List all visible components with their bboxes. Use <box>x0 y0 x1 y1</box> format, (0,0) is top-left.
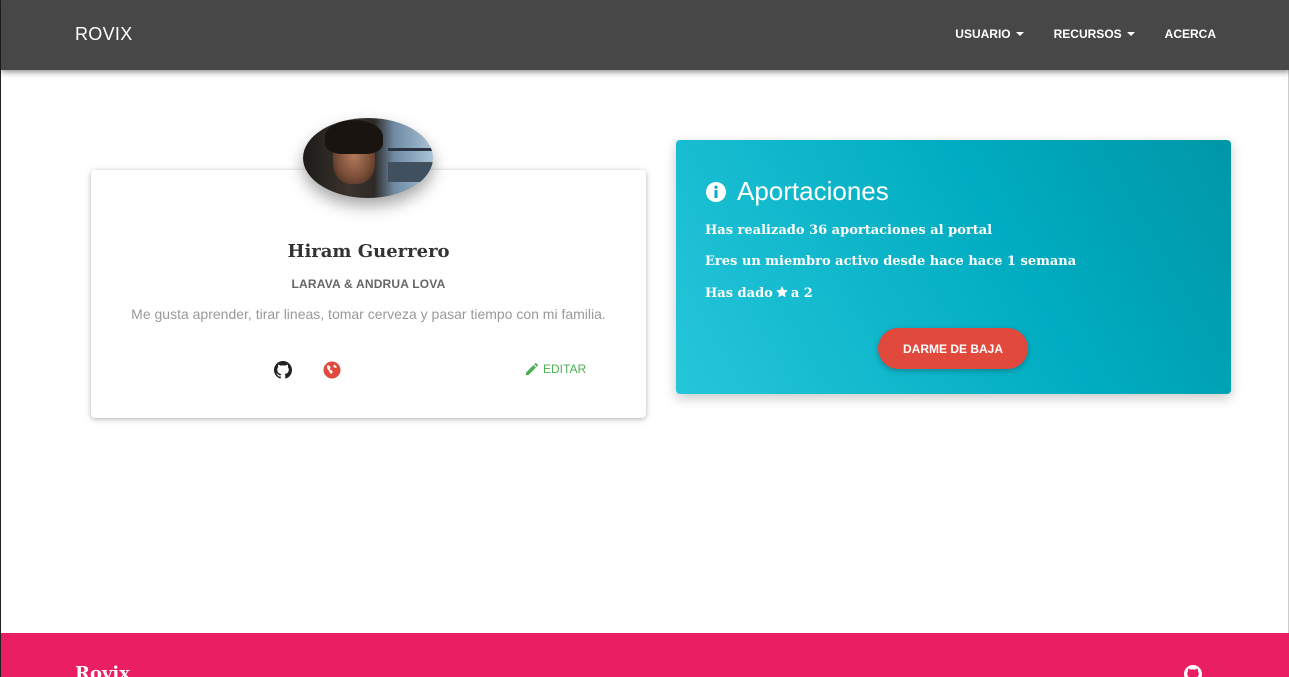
star-icon <box>775 286 788 298</box>
info-icon <box>706 181 726 202</box>
nav-item-usuario[interactable]: USUARIO <box>955 27 1024 41</box>
edit-label: EDITAR <box>543 362 587 376</box>
caret-down-icon <box>1126 32 1135 36</box>
github-icon[interactable] <box>274 361 292 379</box>
pencil-icon <box>526 363 538 375</box>
stars-given-suffix: a 2 <box>790 286 813 301</box>
footer-brand: Rovix <box>75 663 130 677</box>
footer: Rovix <box>1 633 1289 677</box>
unsubscribe-button[interactable]: DARME DE BAJA <box>878 328 1028 369</box>
profile-card: Hiram Guerrero LARAVA & ANDRUA LOVA Me g… <box>91 170 646 418</box>
nav-item-label: RECURSOS <box>1053 27 1122 41</box>
caret-down-icon <box>1015 32 1024 36</box>
globe-icon[interactable] <box>323 361 341 379</box>
edit-profile-link[interactable]: EDITAR <box>525 362 586 376</box>
nav-menu: USUARIO RECURSOS ACERCA <box>955 27 1216 41</box>
profile-bio: Me gusta aprender, tirar lineas, tomar c… <box>131 306 606 322</box>
top-navbar: ROVIX USUARIO RECURSOS ACERCA <box>1 0 1289 70</box>
nav-item-label: USUARIO <box>955 27 1011 41</box>
nav-item-label: ACERCA <box>1164 27 1216 41</box>
stars-given: Has dado a 2 <box>705 285 813 301</box>
avatar <box>303 118 433 198</box>
profile-name: Hiram Guerrero <box>287 241 450 262</box>
brand-logo[interactable]: ROVIX <box>75 24 133 45</box>
profile-role: LARAVA & ANDRUA LOVA <box>291 277 446 291</box>
nav-item-acerca[interactable]: ACERCA <box>1165 27 1216 41</box>
stars-given-prefix: Has dado <box>705 286 773 301</box>
aportaciones-card: Aportaciones Has realizado 36 aportacion… <box>676 140 1231 394</box>
member-since: Eres un miembro activo desde hace hace 1… <box>705 254 1077 269</box>
aportaciones-title-text: Aportaciones <box>737 176 889 206</box>
github-icon[interactable] <box>1184 665 1202 677</box>
nav-item-recursos[interactable]: RECURSOS <box>1054 27 1135 41</box>
contributions-count: Has realizado 36 aportaciones al portal <box>705 223 993 238</box>
aportaciones-title: Aportaciones <box>705 176 889 207</box>
